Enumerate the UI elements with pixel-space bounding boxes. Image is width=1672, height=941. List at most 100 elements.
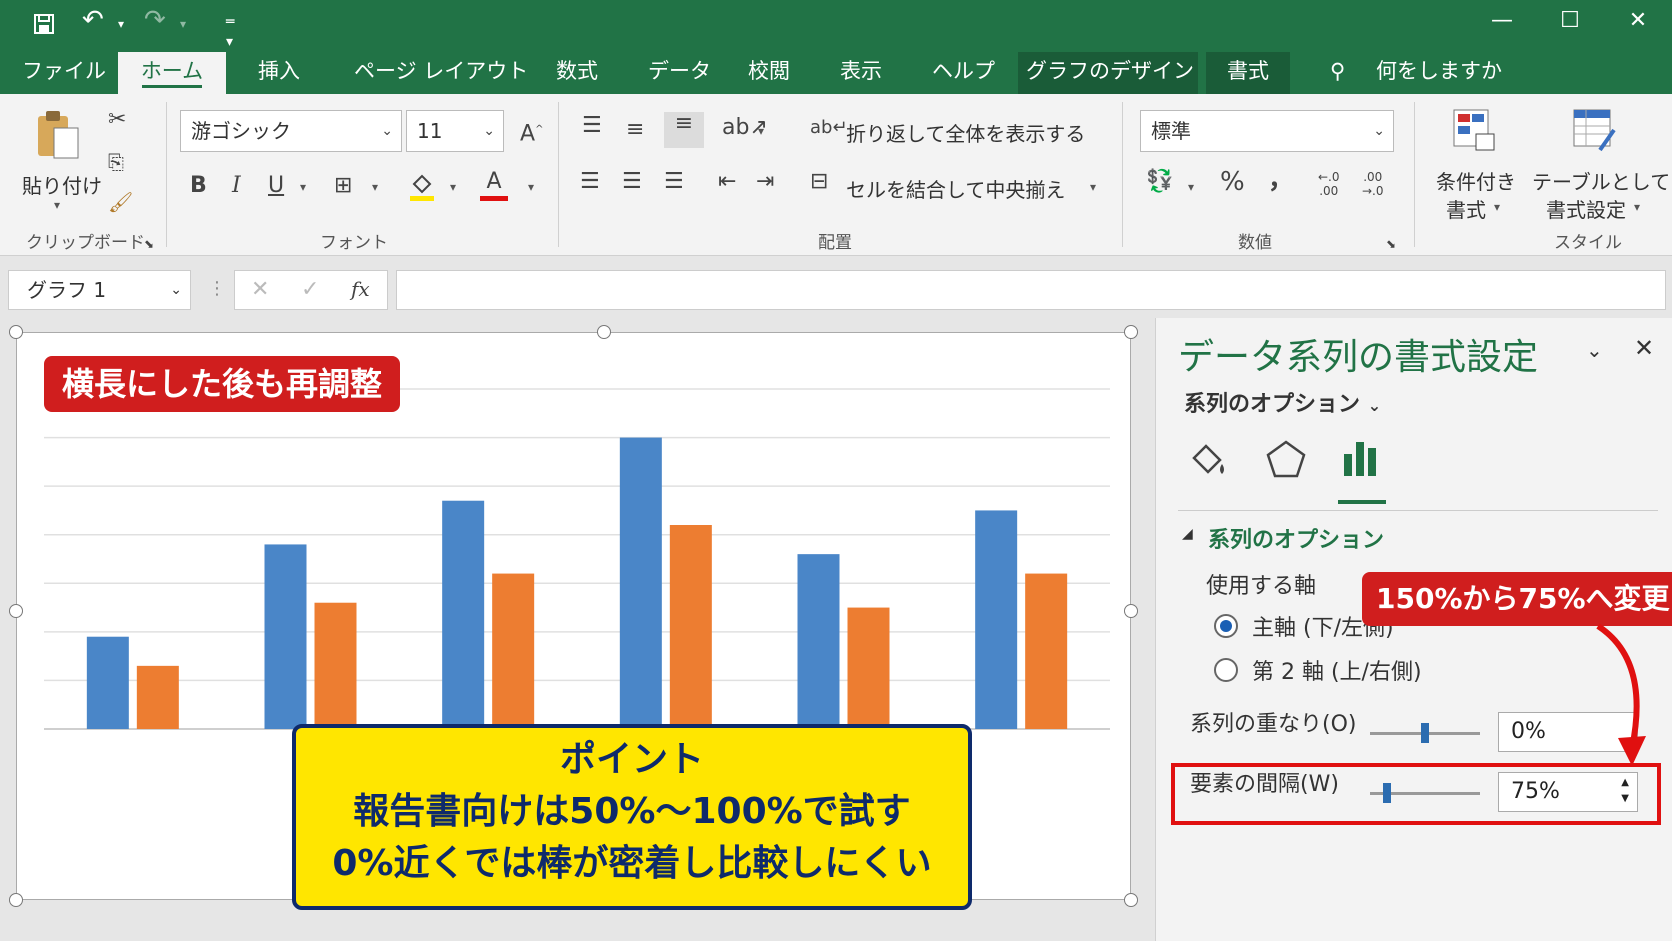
secondary-axis-label[interactable]: 第 2 軸 (上/右側) <box>1252 654 1422 686</box>
tab-formulas[interactable]: 数式 <box>548 52 606 94</box>
align-center-icon[interactable]: ☰ <box>622 170 642 194</box>
minimize-icon[interactable]: — <box>1482 8 1522 33</box>
tab-file[interactable]: ファイル <box>14 52 114 94</box>
secondary-axis-radio[interactable] <box>1214 658 1238 682</box>
number-launcher-icon[interactable]: ⬊ <box>1386 232 1396 256</box>
italic-button[interactable]: I <box>232 174 241 198</box>
font-size-combo[interactable]: 11 ⌄ <box>406 110 504 152</box>
customize-qat-icon[interactable]: ═ ▾ <box>226 12 234 52</box>
format-as-table-label-2[interactable]: 書式設定 <box>1546 194 1626 223</box>
fill-color-icon[interactable] <box>408 170 436 208</box>
name-box[interactable]: グラフ 1 ⌄ <box>8 270 191 310</box>
resize-handle[interactable] <box>9 604 23 618</box>
effects-icon[interactable] <box>1264 438 1308 486</box>
font-color-dropdown-icon[interactable]: ▾ <box>528 180 534 194</box>
pane-close-icon[interactable]: ✕ <box>1634 334 1654 362</box>
merge-center-icon[interactable]: ⊟ <box>810 170 828 194</box>
cut-icon[interactable]: ✂ <box>108 108 126 132</box>
series-options-icon[interactable] <box>1340 434 1384 482</box>
align-left-icon[interactable]: ☰ <box>580 170 600 194</box>
undo-icon[interactable]: ↶ <box>82 7 104 33</box>
increase-font-icon[interactable]: A^ <box>520 118 543 146</box>
bar-series-2-4[interactable] <box>669 525 712 729</box>
clipboard-launcher-icon[interactable]: ⬊ <box>144 232 154 256</box>
bar-series-2-5[interactable] <box>847 607 890 729</box>
copy-icon[interactable]: ⎘ <box>108 150 124 174</box>
conditional-format-label-2[interactable]: 書式 <box>1446 194 1486 223</box>
resize-handle[interactable] <box>1124 325 1138 339</box>
wrap-text-button[interactable]: 折り返して全体を表示する <box>846 118 1085 147</box>
resize-handle[interactable] <box>9 893 23 907</box>
tab-data[interactable]: データ <box>640 52 719 94</box>
bar-series-2-1[interactable] <box>136 665 179 729</box>
bar-series-2-3[interactable] <box>492 573 535 729</box>
collapse-section-icon[interactable]: ◢ <box>1182 526 1193 542</box>
tab-help[interactable]: ヘルプ <box>924 52 1003 94</box>
format-as-table-dropdown-icon[interactable]: ▾ <box>1634 200 1640 214</box>
bar-series-1-4[interactable] <box>619 437 662 729</box>
percent-button[interactable]: % <box>1220 169 1245 195</box>
conditional-format-label-1[interactable]: 条件付き <box>1436 166 1516 195</box>
accounting-dropdown-icon[interactable]: ▾ <box>1188 180 1194 194</box>
orientation-dropdown-icon[interactable]: ▾ <box>758 124 764 138</box>
wrap-text-icon[interactable]: ab↵ <box>810 116 848 140</box>
format-as-table-label-1[interactable]: テーブルとして <box>1532 166 1670 195</box>
paste-dropdown-icon[interactable]: ▾ <box>54 198 60 212</box>
align-right-icon[interactable]: ☰ <box>664 170 684 194</box>
font-color-icon[interactable]: A <box>480 170 508 201</box>
tab-home[interactable]: ホーム <box>118 52 226 94</box>
resize-handle[interactable] <box>1124 604 1138 618</box>
tab-format[interactable]: 書式 <box>1206 52 1290 94</box>
maximize-icon[interactable]: ☐ <box>1550 8 1590 33</box>
align-middle-icon[interactable]: ≡ <box>626 118 644 142</box>
resize-handle[interactable] <box>597 325 611 339</box>
conditional-format-icon[interactable] <box>1450 106 1498 154</box>
save-icon[interactable] <box>32 12 56 39</box>
paste-label[interactable]: 貼り付け <box>22 170 102 199</box>
bar-series-1-3[interactable] <box>442 500 485 729</box>
pane-options-chevron-icon[interactable]: ⌄ <box>1586 338 1603 362</box>
bar-series-1-6[interactable] <box>975 510 1018 729</box>
undo-dropdown-icon[interactable]: ▾ <box>118 14 124 34</box>
conditional-format-dropdown-icon[interactable]: ▾ <box>1494 200 1500 214</box>
tab-chart-design[interactable]: グラフのデザイン <box>1018 52 1198 94</box>
resize-handle[interactable] <box>1124 893 1138 907</box>
series-options-dropdown[interactable]: 系列のオプション ⌄ <box>1184 386 1381 418</box>
bar-series-1-2[interactable] <box>264 544 307 729</box>
tab-review[interactable]: 校閲 <box>740 52 798 94</box>
tab-view[interactable]: 表示 <box>832 52 890 94</box>
tab-page-layout[interactable]: ページ レイアウト <box>346 52 536 94</box>
resize-handle[interactable] <box>9 325 23 339</box>
merge-center-button[interactable]: セルを結合して中央揃え <box>846 174 1065 203</box>
bold-button[interactable]: B <box>190 174 207 198</box>
font-name-combo[interactable]: 游ゴシック ⌄ <box>180 110 402 152</box>
fill-color-dropdown-icon[interactable]: ▾ <box>450 180 456 194</box>
align-top-icon[interactable]: ☰ <box>582 114 602 138</box>
merge-dropdown-icon[interactable]: ▾ <box>1090 180 1096 194</box>
enter-icon[interactable]: ✓ <box>301 277 319 302</box>
bar-series-2-2[interactable] <box>314 602 357 729</box>
format-painter-icon[interactable]: 🖌 <box>108 190 133 214</box>
decrease-indent-icon[interactable]: ⇤ <box>718 170 736 194</box>
insert-function-icon[interactable]: fx <box>351 277 370 301</box>
formula-input[interactable] <box>396 270 1666 310</box>
redo-dropdown-icon[interactable]: ▾ <box>180 14 186 34</box>
borders-dropdown-icon[interactable]: ▾ <box>372 180 378 194</box>
search-icon[interactable]: ⚲ <box>1322 52 1353 94</box>
format-as-table-icon[interactable] <box>1570 106 1618 154</box>
number-format-combo[interactable]: 標準 ⌄ <box>1140 110 1394 152</box>
increase-decimal-icon[interactable]: ←.0.00 <box>1318 170 1340 198</box>
paste-icon[interactable] <box>34 108 84 164</box>
cancel-icon[interactable]: ✕ <box>251 277 269 302</box>
section-title[interactable]: 系列のオプション <box>1208 522 1384 554</box>
bar-series-1-5[interactable] <box>797 554 840 729</box>
tab-insert[interactable]: 挿入 <box>250 52 308 94</box>
close-window-icon[interactable]: ✕ <box>1618 8 1658 33</box>
tell-me-search[interactable]: 何をしますか <box>1368 52 1510 94</box>
fill-line-icon[interactable] <box>1186 438 1230 486</box>
accounting-format-icon[interactable]: 💱 <box>1146 170 1173 194</box>
overlap-slider-thumb[interactable] <box>1421 723 1429 743</box>
bar-series-1-1[interactable] <box>86 636 129 729</box>
primary-axis-radio[interactable] <box>1214 614 1238 638</box>
underline-button[interactable]: U <box>268 174 284 198</box>
